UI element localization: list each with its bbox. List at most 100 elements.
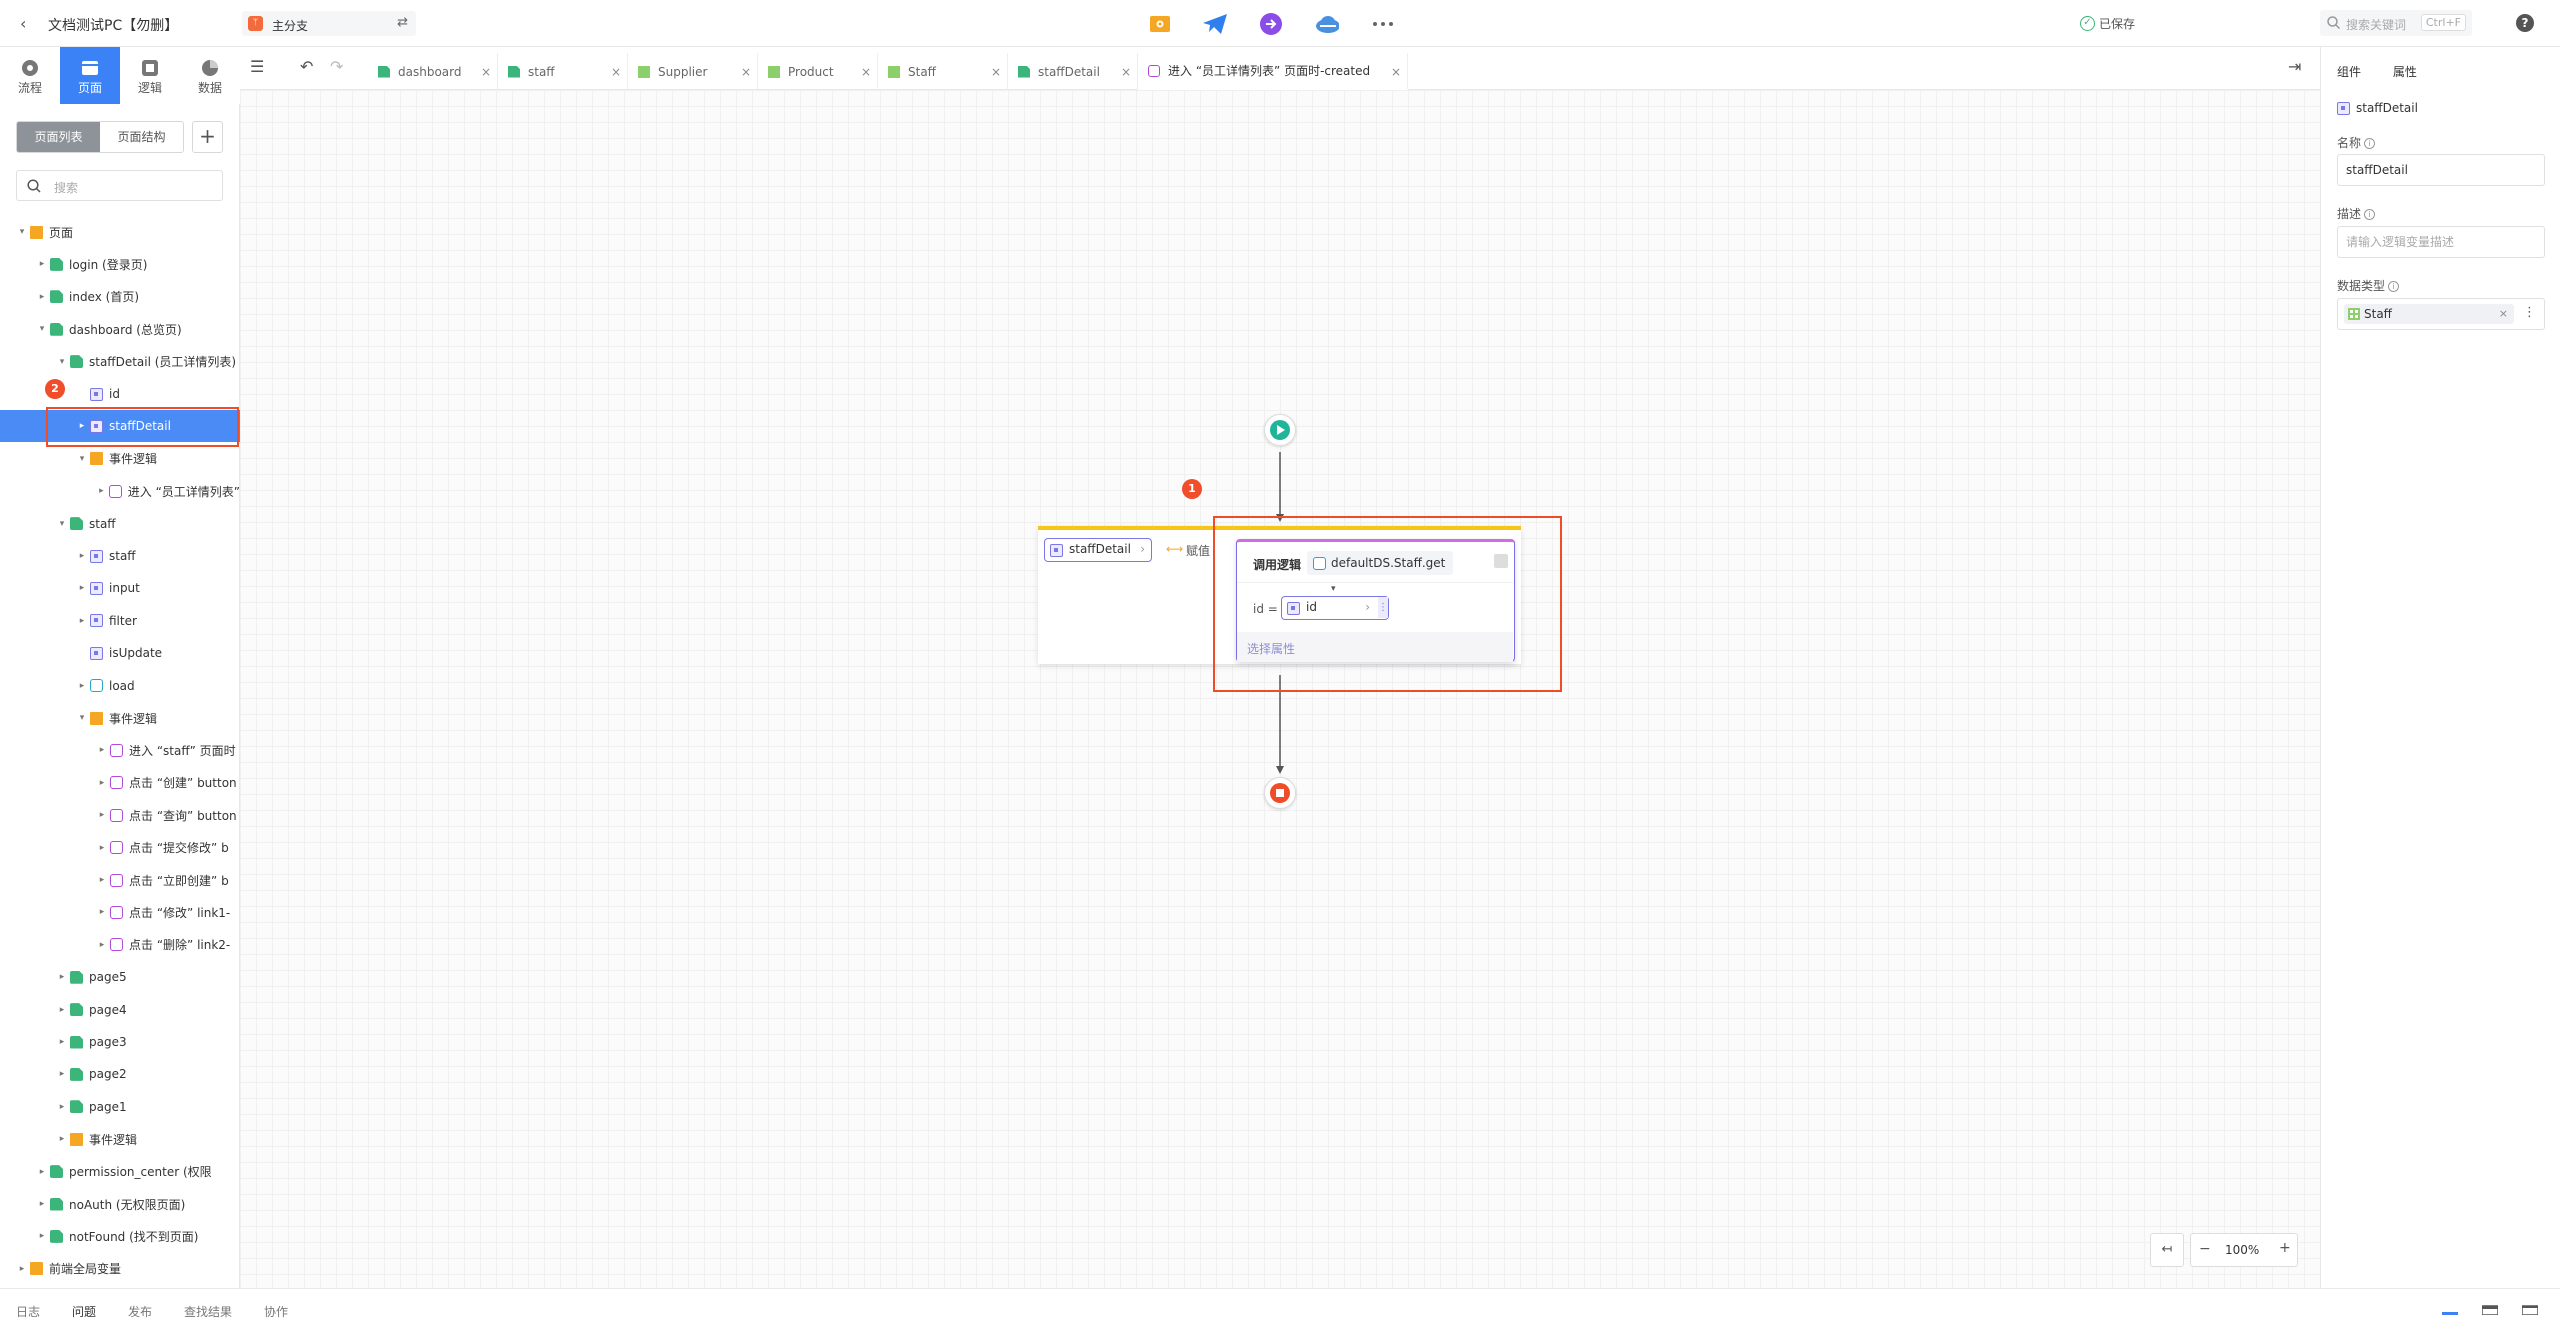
expand-panel-icon[interactable]: ⇥: [2288, 57, 2301, 76]
caret-down-icon[interactable]: ▾: [76, 713, 88, 723]
caret-right-icon[interactable]: ▸: [56, 1102, 68, 1112]
tree-node[interactable]: ▸ 前端全局变量: [0, 1253, 240, 1285]
assign-target-var[interactable]: staffDetail ›: [1044, 538, 1152, 562]
tab-properties[interactable]: 属性: [2393, 65, 2417, 79]
editor-tab[interactable]: staff ×: [498, 53, 628, 90]
back-arrow-icon[interactable]: ‹: [20, 14, 26, 33]
tree-node[interactable]: ▸ 点击 “提交修改” b: [0, 832, 240, 864]
panel-split-icon[interactable]: [2482, 1305, 2498, 1315]
fit-view-button[interactable]: ↤: [2150, 1233, 2184, 1267]
undo-icon[interactable]: ↶: [300, 57, 313, 76]
collapse-sidebar-icon[interactable]: ☰: [250, 57, 264, 76]
more-icon[interactable]: [1371, 12, 1395, 36]
tree-node[interactable]: ▸ input: [0, 572, 240, 604]
caret-right-icon[interactable]: ▸: [36, 1199, 48, 1209]
name-input[interactable]: staffDetail: [2337, 154, 2545, 186]
branch-selector[interactable]: ᛘ 主分支 ⇄: [242, 11, 416, 36]
zoom-in-button[interactable]: +: [2279, 1240, 2291, 1256]
caret-right-icon[interactable]: ▸: [96, 875, 108, 885]
tree-node[interactable]: ▾ staffDetail (员工详情列表): [0, 346, 240, 378]
help-icon[interactable]: ?: [2516, 14, 2534, 32]
caret-right-icon[interactable]: ▸: [96, 907, 108, 917]
tab-issues[interactable]: 问题: [72, 1303, 96, 1320]
caret-right-icon[interactable]: ▸: [96, 778, 108, 788]
tab-search-results[interactable]: 查找结果: [184, 1303, 232, 1320]
close-icon[interactable]: ×: [1121, 65, 1131, 79]
caret-right-icon[interactable]: ▸: [96, 810, 108, 820]
tree-node[interactable]: ▾ staff: [0, 508, 240, 540]
description-input[interactable]: 请输入逻辑变量描述: [2337, 226, 2545, 258]
tree-node[interactable]: ▾ 页面: [0, 216, 240, 248]
tree-node[interactable]: ▸ 点击 “修改” link1-: [0, 896, 240, 928]
caret-right-icon[interactable]: ▸: [56, 1005, 68, 1015]
tree-node[interactable]: isUpdate: [0, 637, 240, 669]
close-icon[interactable]: ×: [861, 65, 871, 79]
tab-page-structure[interactable]: 页面结构: [100, 122, 183, 152]
info-icon[interactable]: i: [2388, 281, 2400, 292]
zoom-out-button[interactable]: −: [2199, 1241, 2211, 1257]
nav-pages[interactable]: 页面: [60, 47, 120, 104]
nav-process[interactable]: 流程: [0, 47, 60, 104]
caret-right-icon[interactable]: ▸: [96, 745, 108, 755]
tree-node[interactable]: ▸ 点击 “立即创建” b: [0, 864, 240, 896]
upgrade-icon[interactable]: [1259, 12, 1283, 36]
tab-collaboration[interactable]: 协作: [264, 1303, 288, 1320]
caret-right-icon[interactable]: ▸: [56, 1037, 68, 1047]
caret-right-icon[interactable]: ▸: [56, 972, 68, 982]
tree-node[interactable]: ▸ permission_center (权限: [0, 1156, 240, 1188]
caret-right-icon[interactable]: ▸: [96, 940, 108, 950]
tree-node[interactable]: ▸ noAuth (无权限页面): [0, 1188, 240, 1220]
caret-right-icon[interactable]: ▸: [56, 1069, 68, 1079]
tree-node[interactable]: ▸ 进入 “员工详情列表”: [0, 475, 240, 507]
caret-right-icon[interactable]: ▸: [56, 1134, 68, 1144]
sidebar-search-input[interactable]: 搜索: [16, 170, 223, 201]
nav-logic[interactable]: 逻辑: [120, 47, 180, 104]
caret-down-icon[interactable]: ▾: [56, 519, 68, 529]
caret-right-icon[interactable]: ▸: [76, 551, 88, 561]
editor-tab[interactable]: staffDetail ×: [1008, 53, 1138, 90]
end-node[interactable]: [1264, 777, 1296, 809]
caret-down-icon[interactable]: ▾: [76, 454, 88, 464]
editor-tab[interactable]: 进入 “员工详情列表” 页面时-created ×: [1138, 53, 1408, 90]
caret-right-icon[interactable]: ▸: [76, 681, 88, 691]
publish-icon[interactable]: [1203, 12, 1227, 36]
close-icon[interactable]: ×: [991, 65, 1001, 79]
caret-right-icon[interactable]: ▸: [36, 1231, 48, 1241]
editor-tab[interactable]: Supplier ×: [628, 53, 758, 90]
add-page-button[interactable]: +: [192, 121, 223, 153]
tree-node[interactable]: ▾ dashboard (总览页): [0, 313, 240, 345]
tree-node[interactable]: ▸ 进入 “staff” 页面时: [0, 734, 240, 766]
caret-right-icon[interactable]: ▸: [96, 486, 107, 496]
tree-node[interactable]: ▸ login (登录页): [0, 248, 240, 280]
info-icon[interactable]: i: [2364, 138, 2376, 149]
info-icon[interactable]: i: [2364, 209, 2376, 220]
caret-right-icon[interactable]: ▸: [96, 843, 108, 853]
tree-node[interactable]: ▸ notFound (找不到页面): [0, 1220, 240, 1252]
caret-right-icon[interactable]: ▸: [76, 616, 88, 626]
close-icon[interactable]: ×: [1391, 65, 1401, 79]
panel-bottom-icon[interactable]: [2442, 1305, 2458, 1315]
close-icon[interactable]: ×: [481, 65, 491, 79]
caret-right-icon[interactable]: ▸: [76, 583, 88, 593]
caret-right-icon[interactable]: ▸: [36, 1167, 48, 1177]
switch-icon[interactable]: ⇄: [397, 15, 408, 30]
tree-node[interactable]: ▾ 事件逻辑: [0, 443, 240, 475]
tab-page-list[interactable]: 页面列表: [17, 122, 100, 152]
panel-full-icon[interactable]: [2522, 1305, 2538, 1315]
start-node[interactable]: [1264, 414, 1296, 446]
cloud-icon[interactable]: [1315, 12, 1339, 36]
tab-log[interactable]: 日志: [16, 1303, 40, 1320]
tree-node[interactable]: ▸ filter: [0, 605, 240, 637]
tree-node[interactable]: ▸ page1: [0, 1091, 240, 1123]
data-type-field[interactable]: Staff × ⋮: [2337, 298, 2545, 330]
caret-right-icon[interactable]: ▸: [16, 1264, 28, 1274]
tree-node[interactable]: ▸ page3: [0, 1026, 240, 1058]
tree-node[interactable]: ▸ 点击 “删除” link2-: [0, 929, 240, 961]
editor-tab[interactable]: Product ×: [758, 53, 878, 90]
clear-icon[interactable]: ×: [2499, 304, 2508, 324]
close-icon[interactable]: ×: [611, 65, 621, 79]
tree-node[interactable]: ▸ page5: [0, 961, 240, 993]
tab-publish[interactable]: 发布: [128, 1303, 152, 1320]
logic-canvas[interactable]: 1 staffDetail › ⟷ 赋值 调用逻辑 defaultDS.Staf…: [240, 90, 2320, 1288]
redo-icon[interactable]: ↷: [330, 57, 343, 76]
